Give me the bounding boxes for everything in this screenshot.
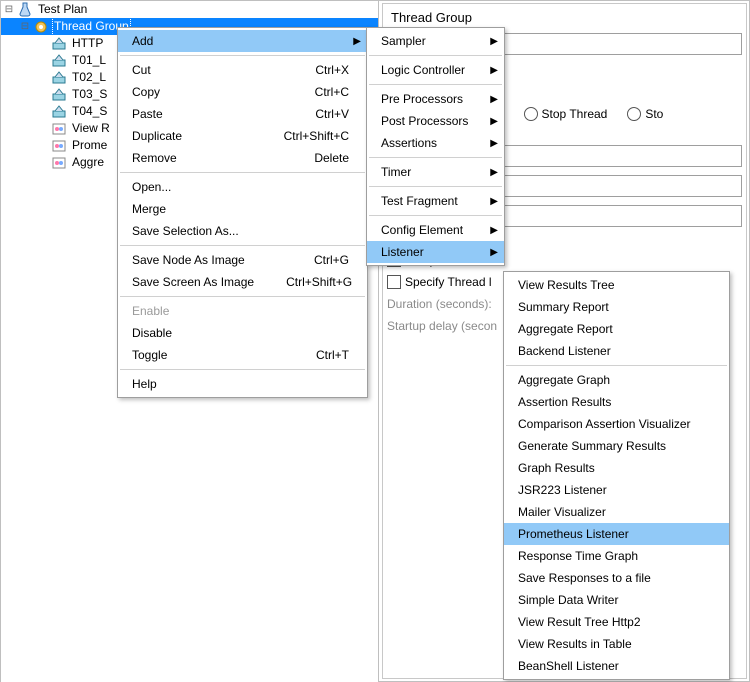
menu-item-listener[interactable]: Listener▶ bbox=[367, 241, 504, 263]
menu-item-save-screen-image[interactable]: Save Screen As ImageCtrl+Shift+G bbox=[118, 271, 367, 293]
menu-item-jsr223-listener[interactable]: JSR223 Listener bbox=[504, 479, 729, 501]
menu-item-paste[interactable]: PasteCtrl+V bbox=[118, 103, 367, 125]
menu-item-test-fragment[interactable]: Test Fragment▶ bbox=[367, 190, 504, 212]
expand-icon[interactable]: ⊟ bbox=[19, 21, 31, 33]
specify-checkbox[interactable]: Specify Thread l bbox=[387, 275, 492, 289]
menu-item-beanshell-listener[interactable]: BeanShell Listener bbox=[504, 655, 729, 677]
app-window: ⊟ Test Plan ⊟ Thread Group HTTP T01_L T0… bbox=[0, 0, 750, 682]
menu-item-pre-processors[interactable]: Pre Processors▶ bbox=[367, 88, 504, 110]
menu-item-simple-data-writer[interactable]: Simple Data Writer bbox=[504, 589, 729, 611]
menu-item-post-processors[interactable]: Post Processors▶ bbox=[367, 110, 504, 132]
chevron-right-icon: ▶ bbox=[490, 247, 498, 258]
chevron-right-icon: ▶ bbox=[490, 116, 498, 127]
menu-item-logic-controller[interactable]: Logic Controller▶ bbox=[367, 59, 504, 81]
menu-item-prometheus-listener[interactable]: Prometheus Listener bbox=[504, 523, 729, 545]
listener-icon bbox=[51, 138, 67, 154]
menu-separator bbox=[120, 172, 365, 173]
menu-item-summary-report[interactable]: Summary Report bbox=[504, 296, 729, 318]
menu-item-add[interactable]: Add▶ bbox=[118, 30, 367, 52]
menu-item-graph-results[interactable]: Graph Results bbox=[504, 457, 729, 479]
menu-item-assertion-results[interactable]: Assertion Results bbox=[504, 391, 729, 413]
listener-icon bbox=[51, 121, 67, 137]
panel-title: Thread Group bbox=[391, 10, 738, 25]
flask-icon bbox=[17, 2, 33, 18]
menu-item-mailer-visualizer[interactable]: Mailer Visualizer bbox=[504, 501, 729, 523]
tree-label: T04_S bbox=[70, 103, 109, 120]
chevron-right-icon: ▶ bbox=[490, 225, 498, 236]
sampler-icon bbox=[51, 53, 67, 69]
tree-label: HTTP bbox=[70, 35, 105, 52]
menu-item-open[interactable]: Open... bbox=[118, 176, 367, 198]
menu-separator bbox=[369, 186, 502, 187]
menu-item-save-node-image[interactable]: Save Node As ImageCtrl+G bbox=[118, 249, 367, 271]
startup-label: Startup delay (secon bbox=[387, 319, 497, 333]
menu-item-enable: Enable bbox=[118, 300, 367, 322]
menu-item-help[interactable]: Help bbox=[118, 373, 367, 395]
sampler-icon bbox=[51, 36, 67, 52]
chevron-right-icon: ▶ bbox=[490, 138, 498, 149]
sampler-icon bbox=[51, 104, 67, 120]
menu-item-copy[interactable]: CopyCtrl+C bbox=[118, 81, 367, 103]
chevron-right-icon: ▶ bbox=[490, 65, 498, 76]
tree-label: T03_S bbox=[70, 86, 109, 103]
gear-icon bbox=[33, 19, 49, 35]
tree-label: T01_L bbox=[70, 52, 108, 69]
menu-item-toggle[interactable]: ToggleCtrl+T bbox=[118, 344, 367, 366]
menu-item-config-element[interactable]: Config Element▶ bbox=[367, 219, 504, 241]
chevron-right-icon: ▶ bbox=[490, 36, 498, 47]
menu-item-save-responses-file[interactable]: Save Responses to a file bbox=[504, 567, 729, 589]
menu-separator bbox=[120, 369, 365, 370]
menu-separator bbox=[120, 245, 365, 246]
tree-label: Test Plan bbox=[36, 1, 89, 18]
menu-separator bbox=[506, 365, 727, 366]
chevron-right-icon: ▶ bbox=[490, 94, 498, 105]
menu-item-sampler[interactable]: Sampler▶ bbox=[367, 30, 504, 52]
radio-stop-test[interactable]: Sto bbox=[627, 107, 663, 121]
menu-item-generate-summary-results[interactable]: Generate Summary Results bbox=[504, 435, 729, 457]
listener-icon bbox=[51, 155, 67, 171]
expand-icon[interactable]: ⊟ bbox=[3, 4, 15, 16]
menu-item-duplicate[interactable]: DuplicateCtrl+Shift+C bbox=[118, 125, 367, 147]
menu-item-cut[interactable]: CutCtrl+X bbox=[118, 59, 367, 81]
chevron-right-icon: ▶ bbox=[490, 167, 498, 178]
menu-separator bbox=[120, 296, 365, 297]
menu-item-view-result-tree-http2[interactable]: View Result Tree Http2 bbox=[504, 611, 729, 633]
menu-item-disable[interactable]: Disable bbox=[118, 322, 367, 344]
menu-item-assertions[interactable]: Assertions▶ bbox=[367, 132, 504, 154]
menu-item-comparison-assertion-visualizer[interactable]: Comparison Assertion Visualizer bbox=[504, 413, 729, 435]
menu-item-view-results-table[interactable]: View Results in Table bbox=[504, 633, 729, 655]
menu-separator bbox=[369, 84, 502, 85]
menu-item-aggregate-report[interactable]: Aggregate Report bbox=[504, 318, 729, 340]
menu-item-remove[interactable]: RemoveDelete bbox=[118, 147, 367, 169]
menu-separator bbox=[369, 157, 502, 158]
menu-item-timer[interactable]: Timer▶ bbox=[367, 161, 504, 183]
sampler-icon bbox=[51, 87, 67, 103]
tree-node-test-plan[interactable]: ⊟ Test Plan bbox=[1, 1, 378, 18]
radio-stop-thread[interactable]: Stop Thread bbox=[524, 107, 608, 121]
chevron-right-icon: ▶ bbox=[353, 36, 361, 47]
menu-separator bbox=[120, 55, 365, 56]
menu-item-backend-listener[interactable]: Backend Listener bbox=[504, 340, 729, 362]
tree-label: View R bbox=[70, 120, 112, 137]
tree-label: T02_L bbox=[70, 69, 108, 86]
submenu-listener: View Results Tree Summary Report Aggrega… bbox=[503, 271, 730, 680]
menu-item-view-results-tree[interactable]: View Results Tree bbox=[504, 274, 729, 296]
menu-item-aggregate-graph[interactable]: Aggregate Graph bbox=[504, 369, 729, 391]
context-menu: Add▶ CutCtrl+X CopyCtrl+C PasteCtrl+V Du… bbox=[117, 27, 368, 398]
menu-separator bbox=[369, 55, 502, 56]
sampler-icon bbox=[51, 70, 67, 86]
menu-item-merge[interactable]: Merge bbox=[118, 198, 367, 220]
tree-label: Prome bbox=[70, 137, 109, 154]
menu-item-save-selection[interactable]: Save Selection As... bbox=[118, 220, 367, 242]
chevron-right-icon: ▶ bbox=[490, 196, 498, 207]
submenu-add: Sampler▶ Logic Controller▶ Pre Processor… bbox=[366, 27, 505, 266]
menu-separator bbox=[369, 215, 502, 216]
duration-label: Duration (seconds): bbox=[387, 297, 492, 311]
tree-label: Aggre bbox=[70, 154, 106, 171]
menu-item-response-time-graph[interactable]: Response Time Graph bbox=[504, 545, 729, 567]
